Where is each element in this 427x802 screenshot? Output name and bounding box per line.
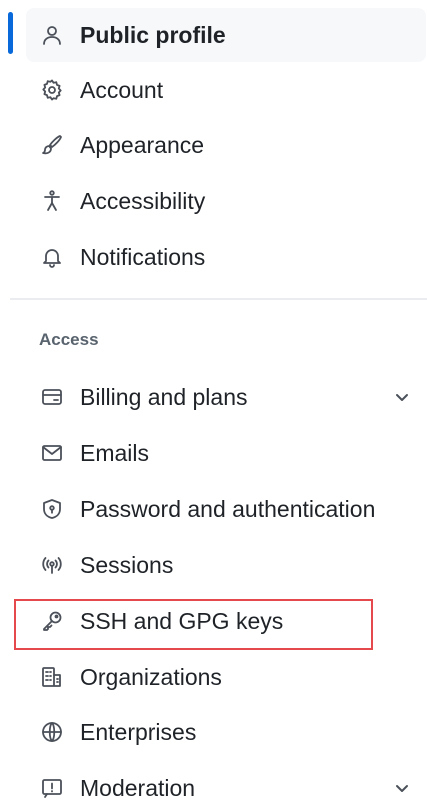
report-icon (38, 774, 66, 802)
sidebar-item-accessibility[interactable]: Accessibility (26, 174, 426, 228)
section-heading-access: Access (39, 330, 99, 349)
sidebar-item-appearance[interactable]: Appearance (26, 118, 426, 172)
sidebar-item-label: Emails (80, 439, 150, 466)
shield-lock-icon (38, 495, 66, 523)
sidebar-item-public-profile[interactable]: Public profile (26, 8, 426, 62)
sidebar-item-organizations[interactable]: Organizations (26, 650, 426, 704)
settings-sidebar: Public profile Account Appearance Access… (0, 0, 427, 802)
sidebar-item-label: Enterprises (80, 718, 197, 745)
accessibility-icon (38, 187, 66, 215)
credit-card-icon (38, 383, 66, 411)
sidebar-item-label: Billing and plans (80, 383, 248, 410)
sidebar-item-label: Notifications (80, 243, 206, 270)
globe-icon (38, 718, 66, 746)
sidebar-item-notifications[interactable]: Notifications (26, 230, 426, 284)
person-icon (38, 21, 66, 49)
highlight-box (14, 599, 373, 650)
gear-icon (38, 76, 66, 104)
sidebar-item-password-authentication[interactable]: Password and authentication (26, 482, 426, 536)
sidebar-item-sessions[interactable]: Sessions (26, 538, 426, 592)
broadcast-icon (38, 551, 66, 579)
bell-icon (38, 243, 66, 271)
sidebar-item-enterprises[interactable]: Enterprises (26, 705, 426, 759)
chevron-down-icon[interactable] (392, 778, 412, 798)
paintbrush-icon (38, 131, 66, 159)
sidebar-item-emails[interactable]: Emails (26, 426, 426, 480)
sidebar-item-label: Sessions (80, 551, 174, 578)
active-indicator (8, 12, 13, 54)
sidebar-item-label: Accessibility (80, 187, 206, 214)
sidebar-item-billing[interactable]: Billing and plans (26, 370, 426, 424)
mail-icon (38, 439, 66, 467)
sidebar-item-account[interactable]: Account (26, 63, 426, 117)
sidebar-item-label: Moderation (80, 774, 196, 801)
sidebar-item-label: Appearance (80, 131, 205, 158)
sidebar-item-label: Account (80, 76, 164, 103)
sidebar-item-label: Organizations (80, 663, 222, 690)
sidebar-item-moderation[interactable]: Moderation (26, 761, 426, 802)
section-divider (10, 298, 427, 300)
chevron-down-icon[interactable] (392, 387, 412, 407)
sidebar-item-label: Password and authentication (80, 495, 376, 522)
sidebar-item-label: Public profile (80, 21, 226, 48)
organization-icon (38, 663, 66, 691)
